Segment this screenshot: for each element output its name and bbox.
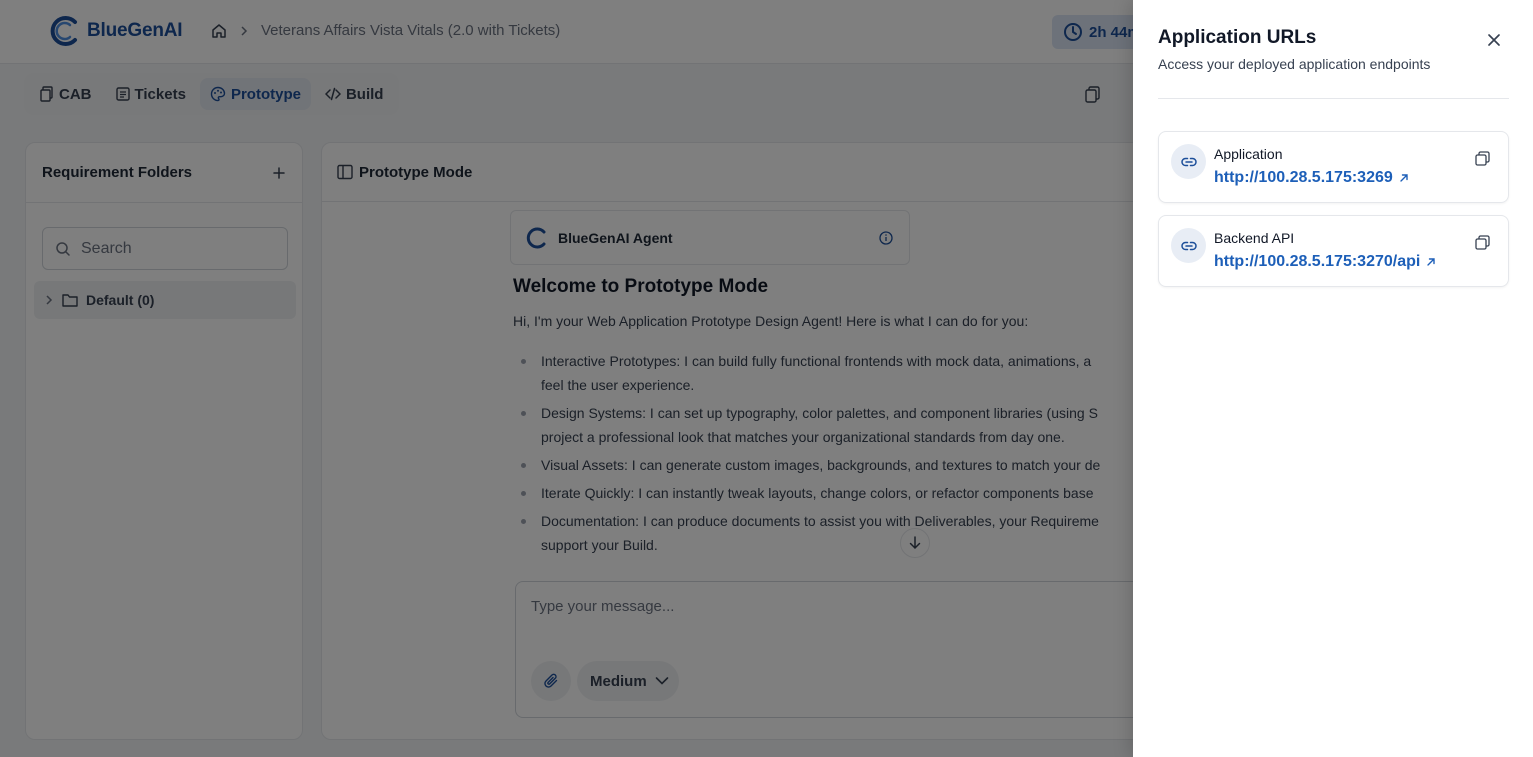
url-link[interactable]: http://100.28.5.175:3269 xyxy=(1214,169,1409,187)
copy-icon[interactable] xyxy=(1475,151,1490,166)
link-icon xyxy=(1171,144,1206,179)
url-label: Backend API xyxy=(1214,230,1295,246)
drawer-title: Application URLs xyxy=(1158,27,1317,48)
url-label: Application xyxy=(1214,146,1283,162)
external-link-icon xyxy=(1427,258,1436,266)
url-link[interactable]: http://100.28.5.175:3270/api xyxy=(1214,253,1436,271)
url-card-backend-api: Backend API http://100.28.5.175:3270/api xyxy=(1158,215,1509,287)
drawer-subtitle: Access your deployed application endpoin… xyxy=(1158,56,1431,72)
url-card-application: Application http://100.28.5.175:3269 xyxy=(1158,131,1509,203)
application-urls-drawer: Application URLs Access your deployed ap… xyxy=(1133,0,1533,757)
external-link-icon xyxy=(1400,174,1408,182)
copy-icon[interactable] xyxy=(1475,235,1490,250)
link-icon xyxy=(1171,228,1206,263)
close-icon xyxy=(1488,34,1500,46)
close-button[interactable] xyxy=(1485,31,1503,49)
divider xyxy=(1158,98,1509,99)
